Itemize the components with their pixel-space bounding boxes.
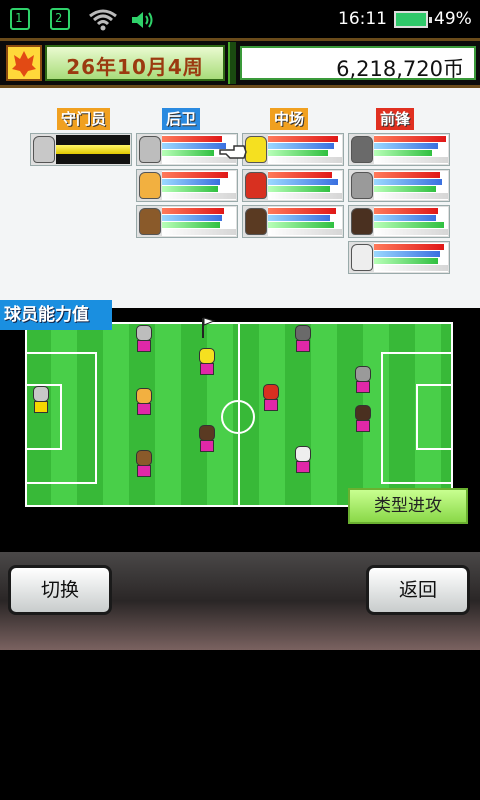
player-card-fw-1[interactable] bbox=[348, 133, 450, 166]
label-defender: 后卫 bbox=[162, 108, 201, 130]
player-card-fw-3[interactable] bbox=[348, 205, 450, 238]
label-midfielder: 中场 bbox=[270, 108, 309, 130]
player-card-fw-2[interactable] bbox=[348, 169, 450, 202]
speaker-icon bbox=[132, 12, 153, 28]
back-button[interactable]: 返回 bbox=[366, 565, 470, 615]
field-player[interactable] bbox=[292, 325, 314, 355]
clock: 16:11 bbox=[338, 9, 387, 29]
pointer-hand-icon bbox=[219, 145, 247, 159]
player-avatar bbox=[351, 244, 373, 271]
battery-percent: 49% bbox=[434, 9, 472, 29]
field-player[interactable] bbox=[196, 425, 218, 455]
player-avatar bbox=[139, 208, 161, 235]
player-card-gk[interactable] bbox=[30, 133, 132, 166]
soccer-field[interactable] bbox=[25, 322, 453, 507]
player-avatar bbox=[351, 208, 373, 235]
player-avatar bbox=[33, 136, 55, 163]
battery-icon bbox=[394, 11, 432, 28]
field-player[interactable] bbox=[133, 450, 155, 480]
switch-button[interactable]: 切换 bbox=[8, 565, 112, 615]
field-player[interactable] bbox=[133, 325, 155, 355]
field-player-gk[interactable] bbox=[30, 386, 52, 416]
player-stats-tab[interactable]: 球员能力值 bbox=[0, 300, 112, 330]
player-avatar bbox=[139, 136, 161, 163]
field-player[interactable] bbox=[133, 388, 155, 418]
label-forward: 前锋 bbox=[376, 108, 415, 130]
field-player[interactable] bbox=[352, 405, 374, 435]
player-card-fw-4[interactable] bbox=[348, 241, 450, 274]
field-player[interactable] bbox=[292, 446, 314, 476]
captain-flag-icon bbox=[202, 317, 216, 338]
player-card-df-3[interactable] bbox=[136, 205, 238, 238]
date-display: 26年10月4周 bbox=[45, 45, 225, 81]
coin-display: 6,218,720币 bbox=[240, 46, 476, 81]
label-goalkeeper: 守门员 bbox=[57, 108, 111, 130]
player-avatar bbox=[351, 172, 373, 199]
flame-icon bbox=[6, 45, 42, 81]
player-card-mf-2[interactable] bbox=[242, 169, 344, 202]
field-player[interactable] bbox=[260, 384, 282, 414]
date-text: 26年10月4周 bbox=[66, 55, 204, 79]
player-avatar bbox=[245, 172, 267, 199]
field-player[interactable] bbox=[352, 366, 374, 396]
tactic-type-button[interactable]: 类型进攻 bbox=[348, 488, 468, 524]
player-avatar bbox=[139, 172, 161, 199]
sim2-icon: 2 bbox=[50, 8, 70, 30]
header-divider bbox=[228, 42, 236, 84]
player-card-df-2[interactable] bbox=[136, 169, 238, 202]
player-avatar bbox=[351, 136, 373, 163]
player-avatar bbox=[245, 136, 267, 163]
coin-amount: 6,218,720币 bbox=[336, 57, 464, 81]
player-card-mf-3[interactable] bbox=[242, 205, 344, 238]
player-avatar bbox=[245, 208, 267, 235]
sim1-icon: 1 bbox=[10, 8, 30, 30]
status-bar: 1 2 16:11 49% bbox=[0, 0, 480, 38]
player-card-mf-1[interactable] bbox=[242, 133, 344, 166]
field-player[interactable] bbox=[196, 348, 218, 378]
wifi-icon bbox=[89, 9, 117, 31]
